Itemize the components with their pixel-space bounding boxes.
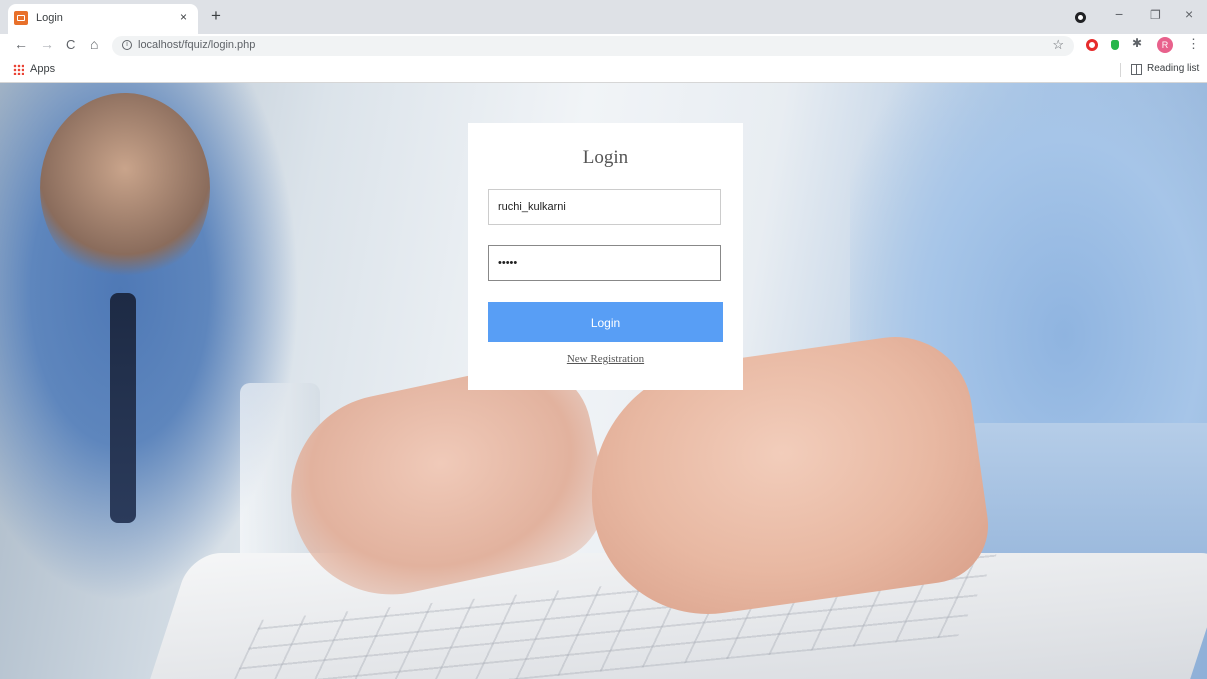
opera-extension-icon[interactable] [1086, 39, 1098, 51]
profile-avatar[interactable]: R [1157, 37, 1173, 53]
tab-strip: Login × + − ❐ × [0, 0, 1207, 34]
site-favicon-icon [14, 11, 28, 25]
home-button[interactable]: ⌂ [90, 36, 98, 52]
reading-list-button[interactable]: Reading list [1147, 63, 1199, 74]
bookmarks-divider [1120, 63, 1121, 77]
tab-close-icon[interactable]: × [180, 10, 187, 24]
reading-list-icon[interactable] [1131, 64, 1142, 75]
browser-menu-icon[interactable]: ⋮ [1187, 36, 1200, 52]
restore-button[interactable]: ❐ [1150, 8, 1161, 22]
new-tab-button[interactable]: + [206, 6, 226, 26]
address-bar[interactable]: i localhost/fquiz/login.php ☆ [112, 36, 1074, 56]
new-registration-link[interactable]: New Registration [468, 353, 743, 365]
browser-toolbar: ← → C ⌂ i localhost/fquiz/login.php ☆ [0, 34, 1207, 58]
login-card: Login ruchi_kulkarni ••••• Login New Reg… [468, 123, 743, 390]
apps-bookmark[interactable]: Apps [30, 63, 55, 75]
tab-search-icon[interactable] [1075, 12, 1086, 23]
background-tie [110, 293, 136, 523]
bookmarks-bar: Apps Reading list [0, 58, 1207, 83]
login-title: Login [582, 147, 629, 168]
password-input[interactable]: ••••• [488, 245, 721, 281]
login-button[interactable]: Login [488, 302, 723, 342]
back-button[interactable]: ← [14, 36, 28, 52]
reload-button[interactable]: C [66, 37, 75, 52]
minimize-button[interactable]: − [1115, 6, 1123, 22]
shield-extension-icon[interactable] [1111, 40, 1119, 50]
apps-grid-icon[interactable] [13, 64, 24, 75]
close-window-button[interactable]: × [1185, 6, 1193, 22]
url-text[interactable]: localhost/fquiz/login.php [138, 39, 255, 51]
bookmark-star-icon[interactable]: ☆ [1052, 37, 1064, 53]
extensions-puzzle-icon[interactable]: ✱ [1132, 36, 1142, 50]
username-input[interactable]: ruchi_kulkarni [488, 189, 721, 225]
browser-tab[interactable]: Login × [8, 4, 198, 34]
forward-button[interactable]: → [40, 36, 54, 52]
site-info-icon[interactable]: i [122, 40, 132, 50]
tab-title: Login [36, 12, 63, 24]
background-head [40, 93, 210, 283]
